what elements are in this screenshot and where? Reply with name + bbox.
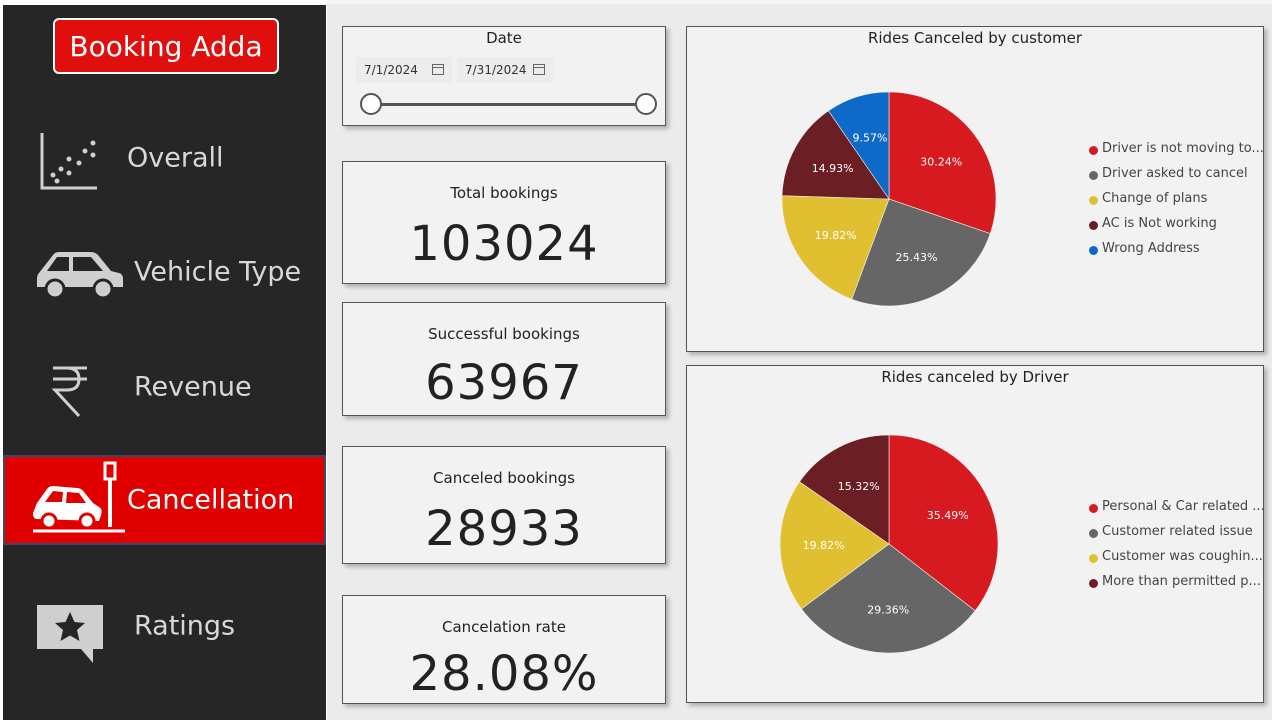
calendar-icon[interactable] xyxy=(533,64,545,75)
chart-legend: Personal & Car related ... Customer relat… xyxy=(1089,499,1265,599)
legend-item[interactable]: Personal & Car related ... xyxy=(1089,499,1265,524)
kpi-title: Total bookings xyxy=(450,184,558,202)
legend-item[interactable]: More than permitted p... xyxy=(1089,574,1265,599)
date-slicer-title: Date xyxy=(486,29,522,47)
legend-label: Personal & Car related ... xyxy=(1102,499,1265,514)
pie-chart-customer-cancellations: Rides Canceled by customer 30.24% 25.43% 1… xyxy=(686,26,1264,352)
kpi-title: Canceled bookings xyxy=(433,469,575,487)
end-date-input[interactable]: 7/31/2024 xyxy=(457,57,553,83)
legend-swatch xyxy=(1089,554,1098,563)
date-range-track[interactable] xyxy=(371,103,647,106)
legend-swatch xyxy=(1089,196,1098,205)
nav-label-cancellation: Cancellation xyxy=(127,484,295,516)
nav-item-cancellation[interactable]: Cancellation xyxy=(3,455,326,545)
legend-swatch xyxy=(1089,529,1098,538)
kpi-card-successful-bookings: Successful bookings 63967 xyxy=(342,302,666,416)
legend-label: Customer related issue xyxy=(1102,524,1253,539)
range-start-handle[interactable] xyxy=(360,93,382,115)
kpi-value: 28933 xyxy=(425,501,583,557)
legend-label: Driver is not moving to... xyxy=(1102,141,1264,156)
legend-label: Change of plans xyxy=(1102,191,1208,206)
legend-swatch xyxy=(1089,146,1098,155)
slice-data-label: 19.82% xyxy=(815,229,857,242)
nav-label-revenue: Revenue xyxy=(134,371,252,403)
legend-swatch xyxy=(1089,504,1098,513)
nav-label-ratings: Ratings xyxy=(134,610,236,642)
legend-item[interactable]: Customer was coughin... xyxy=(1089,549,1265,574)
slice-data-label: 35.49% xyxy=(927,509,969,522)
legend-item[interactable]: Change of plans xyxy=(1089,191,1264,216)
star-review-icon xyxy=(37,605,103,663)
kpi-value: 103024 xyxy=(409,216,599,272)
kpi-card-canceled-bookings: Canceled bookings 28933 xyxy=(342,446,666,564)
legend-label: AC is Not working xyxy=(1102,216,1217,231)
rupee-icon xyxy=(51,366,87,418)
legend-item[interactable]: Driver asked to cancel xyxy=(1089,166,1264,191)
chart-legend: Driver is not moving to... Driver asked t… xyxy=(1089,141,1264,266)
kpi-value: 28.08% xyxy=(409,646,599,702)
legend-item[interactable]: Driver is not moving to... xyxy=(1089,141,1264,166)
date-slicer: Date 7/1/2024 7/31/2024 xyxy=(342,26,666,126)
slice-data-label: 29.36% xyxy=(867,603,909,616)
nav-item-revenue[interactable]: Revenue xyxy=(3,342,326,432)
sidebar: Booking Adda Overall Vehicle Type Revenu… xyxy=(3,5,326,720)
kpi-card-total-bookings: Total bookings 103024 xyxy=(342,161,666,284)
legend-item[interactable]: AC is Not working xyxy=(1089,216,1264,241)
app-logo: Booking Adda xyxy=(53,18,279,74)
car-crash-icon xyxy=(33,461,125,533)
kpi-title: Successful bookings xyxy=(428,325,580,343)
slice-data-label: 15.32% xyxy=(838,480,880,493)
legend-swatch xyxy=(1089,579,1098,588)
end-date-value: 7/31/2024 xyxy=(465,63,527,77)
legend-label: More than permitted p... xyxy=(1102,574,1261,589)
kpi-value: 63967 xyxy=(425,355,583,411)
legend-swatch xyxy=(1089,246,1098,255)
legend-label: Driver asked to cancel xyxy=(1102,166,1248,181)
legend-item[interactable]: Customer related issue xyxy=(1089,524,1265,549)
legend-item[interactable]: Wrong Address xyxy=(1089,241,1264,266)
slice-data-label: 14.93% xyxy=(812,162,854,175)
scatter-chart-icon xyxy=(40,133,97,190)
nav-label-overall: Overall xyxy=(127,142,224,174)
nav-item-ratings[interactable]: Ratings xyxy=(3,581,326,671)
range-end-handle[interactable] xyxy=(635,93,657,115)
pie-chart-driver-cancellations: Rides canceled by Driver 35.49% 29.36% 19.… xyxy=(686,365,1265,703)
legend-label: Wrong Address xyxy=(1102,241,1200,256)
kpi-title: Cancelation rate xyxy=(442,618,566,636)
legend-swatch xyxy=(1089,221,1098,230)
legend-swatch xyxy=(1089,171,1098,180)
nav-item-vehicle-type[interactable]: Vehicle Type xyxy=(3,227,326,317)
calendar-icon[interactable] xyxy=(432,64,444,75)
start-date-value: 7/1/2024 xyxy=(364,63,418,77)
slice-data-label: 30.24% xyxy=(920,156,962,169)
legend-label: Customer was coughin... xyxy=(1102,549,1263,564)
slice-data-label: 19.82% xyxy=(803,539,845,552)
kpi-card-cancelation-rate: Cancelation rate 28.08% xyxy=(342,595,666,704)
slice-data-label: 9.57% xyxy=(853,132,888,145)
nav-item-overall[interactable]: Overall xyxy=(3,113,326,203)
slice-data-label: 25.43% xyxy=(896,251,938,264)
start-date-input[interactable]: 7/1/2024 xyxy=(356,57,452,83)
nav-label-vehicle-type: Vehicle Type xyxy=(134,256,302,288)
car-icon xyxy=(37,252,123,299)
